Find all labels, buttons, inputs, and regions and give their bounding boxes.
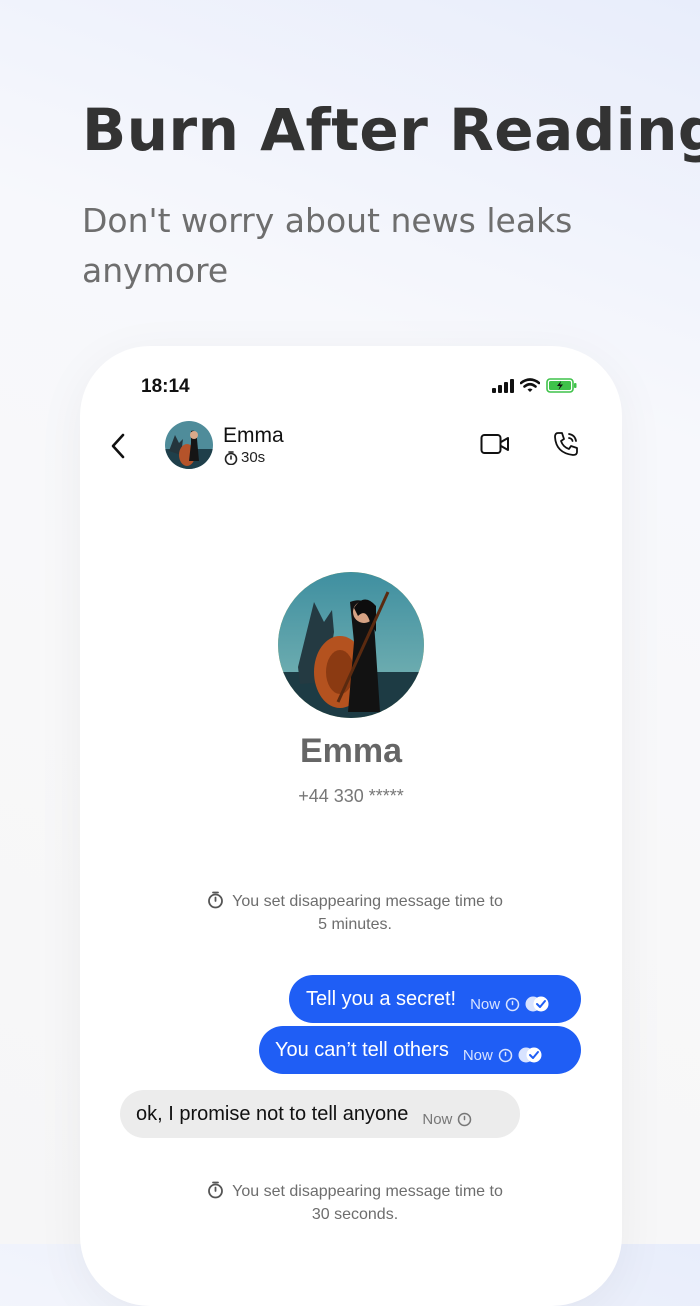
read-check-icon: [518, 1047, 542, 1063]
message-meta: Now: [422, 1111, 472, 1128]
system-message-line: 30 seconds.: [311, 1206, 399, 1223]
chat-header: Emma 30s: [80, 416, 622, 476]
signal-icon: [492, 378, 514, 393]
profile-phone: +44 330 *****: [298, 786, 404, 806]
timer-value: 30s: [241, 449, 266, 466]
timer-icon: [505, 997, 520, 1011]
system-message: You set disappearing message time to 30 …: [185, 1180, 525, 1226]
message-text: Tell you a secret!: [306, 987, 457, 1010]
wifi-icon: [520, 378, 540, 392]
message-meta: Now: [463, 1047, 542, 1064]
contact-name[interactable]: Emma: [223, 424, 284, 448]
system-message-line: You set disappearing message time to: [232, 1183, 503, 1200]
timer-icon: [208, 1181, 224, 1199]
battery-icon: [546, 378, 577, 393]
timer-icon: [224, 450, 238, 465]
status-icons: [492, 378, 578, 393]
status-time: 18:14: [141, 376, 190, 397]
message-meta: Now: [470, 996, 549, 1013]
video-call-icon[interactable]: [480, 432, 510, 456]
message-bubble-incoming[interactable]: ok, I promise not to tell anyone Now: [120, 1090, 520, 1138]
phone-call-icon[interactable]: [552, 430, 580, 458]
system-message-line: You set disappearing message time to: [232, 893, 503, 910]
back-icon[interactable]: [108, 432, 128, 460]
message-time: Now: [462, 1046, 493, 1064]
message-bubble-outgoing[interactable]: You can’t tell others Now: [259, 1026, 581, 1074]
profile-name: Emma: [299, 732, 403, 770]
system-message: You set disappearing message time to 5 m…: [185, 890, 525, 936]
timer-icon: [498, 1048, 513, 1062]
message-text: ok, I promise not to tell anyone: [136, 1102, 409, 1125]
subheadline: Don't worry about news leaks anymore: [82, 201, 573, 290]
disappearing-timer: 30s: [224, 449, 265, 466]
message-text: You can’t tell others: [275, 1038, 449, 1061]
message-bubble-outgoing[interactable]: Tell you a secret! Now: [289, 975, 581, 1023]
message-time: Now: [470, 995, 501, 1013]
timer-icon: [208, 891, 224, 909]
profile-avatar[interactable]: [278, 572, 424, 718]
timer-icon: [458, 1112, 472, 1126]
message-time: Now: [422, 1110, 453, 1128]
system-message-line: 5 minutes.: [318, 916, 392, 933]
phone-mockup: 18:14 Emma 30s Emma +44 330 ***** You se…: [80, 346, 622, 1306]
headline: Burn After Reading: [82, 96, 700, 164]
contact-avatar[interactable]: [165, 421, 213, 469]
read-check-icon: [525, 996, 549, 1012]
